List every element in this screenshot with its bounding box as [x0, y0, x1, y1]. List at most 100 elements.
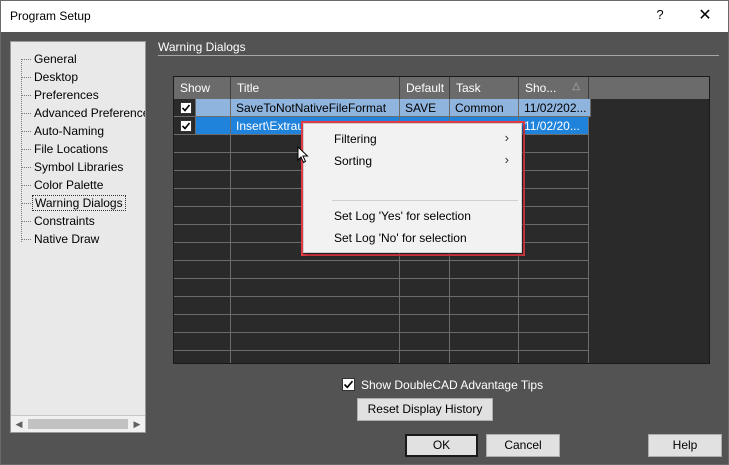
menu-item-label: Filtering [334, 132, 377, 146]
empty-grid-cell [174, 189, 231, 207]
empty-grid-cell [450, 297, 519, 315]
tree-dots [21, 167, 31, 168]
empty-grid-cell [519, 225, 589, 243]
sidebar-item-preferences[interactable]: Preferences [21, 87, 145, 103]
tree-dots [21, 221, 31, 222]
empty-grid-cell [174, 279, 231, 297]
sidebar-item-constraints[interactable]: Constraints [21, 213, 145, 229]
ok-button[interactable]: OK [405, 434, 478, 457]
advantage-tips-label[interactable]: Show DoubleCAD Advantage Tips [361, 378, 543, 392]
empty-grid-cell [519, 333, 589, 351]
cancel-button[interactable]: Cancel [486, 434, 560, 457]
row-show-cell[interactable] [174, 99, 196, 117]
dialog-body: General Desktop Preferences Advanced Pre… [1, 32, 728, 464]
advantage-tips-checkbox[interactable] [342, 378, 355, 391]
group-title: Warning Dialogs [158, 40, 246, 54]
row-shown-cell: 11/02/20... [519, 117, 589, 135]
empty-grid-cell [519, 279, 589, 297]
empty-grid-cell [174, 225, 231, 243]
tree-dots [21, 185, 31, 186]
help-button[interactable]: Help [648, 434, 722, 457]
empty-grid-cell [231, 351, 400, 363]
sidebar-item-general[interactable]: General [21, 51, 145, 67]
sort-ascending-icon: △ [572, 81, 580, 92]
tree-dots [21, 77, 31, 78]
sidebar-item-auto-naming[interactable]: Auto-Naming [21, 123, 145, 139]
sidebar-item-advanced-preferences[interactable]: Advanced Preferences [21, 105, 145, 121]
tree-horizontal-scrollbar[interactable]: ◀ ▶ [11, 415, 145, 432]
sidebar-item-color-palette[interactable]: Color Palette [21, 177, 145, 193]
empty-table-row [174, 279, 709, 297]
empty-grid-cell [231, 261, 400, 279]
empty-grid-cell [400, 279, 450, 297]
empty-grid-cell [174, 243, 231, 261]
empty-grid-cell [519, 297, 589, 315]
sidebar-item-file-locations[interactable]: File Locations [21, 141, 145, 157]
tree-dots [21, 113, 31, 114]
empty-grid-cell [519, 207, 589, 225]
empty-table-row [174, 261, 709, 279]
sidebar-item-label: Auto-Naming [34, 124, 105, 138]
empty-grid-cell [519, 135, 589, 153]
menu-item-sorting[interactable]: Sorting › [304, 150, 521, 172]
sidebar-item-label: Preferences [34, 88, 99, 102]
table-row[interactable]: SaveToNotNativeFileFormat SAVE Common 11… [174, 99, 709, 117]
row-show-cell[interactable] [174, 117, 196, 135]
column-header-title[interactable]: Title [231, 77, 400, 99]
sidebar-item-symbol-libraries[interactable]: Symbol Libraries [21, 159, 145, 175]
scroll-right-icon[interactable]: ▶ [132, 419, 142, 430]
menu-item-set-log-yes[interactable]: Set Log 'Yes' for selection [304, 205, 521, 227]
empty-grid-cell [519, 261, 589, 279]
empty-grid-cell [231, 279, 400, 297]
empty-grid-cell [174, 351, 231, 363]
column-header-shown-label: Sho... [525, 81, 557, 95]
column-header-show[interactable]: Show [174, 77, 231, 99]
menu-item-set-log-no[interactable]: Set Log 'No' for selection [304, 227, 521, 249]
sidebar-item-label: Native Draw [34, 232, 100, 246]
empty-grid-cell [174, 297, 231, 315]
scroll-left-icon[interactable]: ◀ [14, 419, 24, 430]
row-spacer-cell [196, 117, 231, 135]
window-title: Program Setup [10, 9, 91, 23]
row-task-cell: Common [450, 99, 519, 117]
empty-grid-cell [400, 297, 450, 315]
sidebar-item-label: Warning Dialogs [32, 195, 126, 211]
empty-grid-cell [519, 243, 589, 261]
checkmark-icon [343, 380, 354, 389]
empty-grid-cell [400, 261, 450, 279]
empty-grid-cell [174, 333, 231, 351]
empty-grid-cell [400, 315, 450, 333]
show-checkbox[interactable] [180, 102, 192, 114]
column-header-shown[interactable]: Sho... △ [519, 77, 589, 99]
sidebar-item-warning-dialogs[interactable]: Warning Dialogs [21, 195, 145, 211]
menu-separator [332, 200, 518, 201]
empty-grid-cell [174, 315, 231, 333]
menu-item-filtering[interactable]: Filtering › [304, 128, 521, 150]
column-header-task[interactable]: Task [450, 77, 519, 99]
sidebar-item-label: Constraints [34, 214, 95, 228]
empty-grid-cell [450, 315, 519, 333]
close-icon[interactable]: ✕ [689, 4, 721, 28]
checkmark-icon [181, 104, 191, 112]
empty-grid-cell [519, 153, 589, 171]
column-header-default[interactable]: Default [400, 77, 450, 99]
scrollbar-thumb[interactable] [28, 419, 128, 429]
program-setup-dialog: Program Setup ? ✕ General Desktop Prefer… [0, 0, 729, 465]
empty-grid-cell [450, 261, 519, 279]
sidebar-item-native-draw[interactable]: Native Draw [21, 231, 145, 247]
grid-header: Show Title Default Task Sho... △ [174, 77, 709, 99]
sidebar-item-label: File Locations [34, 142, 109, 156]
sidebar-item-desktop[interactable]: Desktop [21, 69, 145, 85]
help-icon[interactable]: ? [649, 7, 671, 25]
empty-table-row [174, 315, 709, 333]
reset-display-history-button[interactable]: Reset Display History [357, 398, 493, 421]
sidebar-item-label: Symbol Libraries [34, 160, 124, 174]
settings-tree[interactable]: General Desktop Preferences Advanced Pre… [10, 41, 146, 433]
row-shown-cell: 11/02/202... [519, 99, 591, 117]
tree-dots [21, 95, 31, 96]
empty-grid-cell [519, 189, 589, 207]
empty-grid-cell [174, 135, 231, 153]
show-checkbox[interactable] [180, 120, 192, 132]
empty-grid-cell [450, 333, 519, 351]
empty-grid-cell [519, 171, 589, 189]
